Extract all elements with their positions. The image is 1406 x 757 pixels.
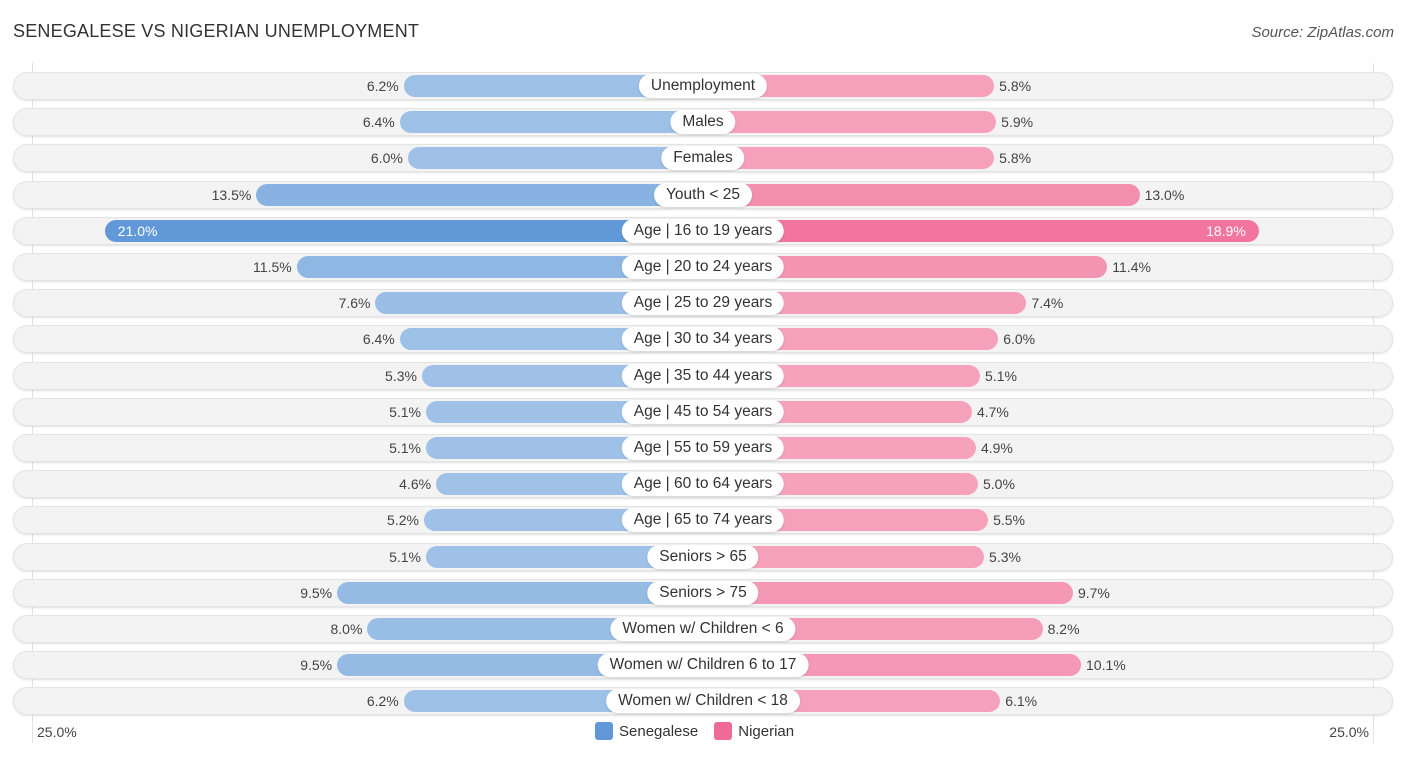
chart-row: 6.0% 5.8% Females	[13, 144, 1393, 173]
bar-nigerian	[703, 183, 1140, 206]
value-label-nigerian: 5.0%	[983, 476, 1015, 493]
value-label-senegalese: 11.5%	[253, 259, 292, 275]
legend-swatch-nigerian	[714, 722, 733, 740]
value-label-nigerian: 6.1%	[1005, 693, 1038, 710]
value-label-nigerian: 5.3%	[989, 548, 1021, 565]
value-label-senegalese: 9.5%	[300, 657, 333, 674]
value-label-senegalese: 6.4%	[362, 114, 395, 131]
legend-item-nigerian: Nigerian	[714, 722, 794, 740]
value-label-nigerian: 5.9%	[1001, 114, 1034, 131]
value-label-senegalese: 5.2%	[387, 512, 419, 529]
value-label-nigerian: 10.1%	[1086, 657, 1126, 674]
chart-title: SENEGALESE VS NIGERIAN UNEMPLOYMENT	[13, 21, 420, 41]
value-label-senegalese: 5.1%	[389, 440, 421, 456]
chart-row: 21.0% 18.9% Age | 16 to 19 years	[13, 216, 1393, 245]
category-label: Age | 16 to 19 years	[621, 218, 785, 243]
value-label-senegalese: 6.4%	[362, 331, 395, 348]
chart-row: 5.3% 5.1% Age | 35 to 44 years	[13, 361, 1393, 390]
bar-nigerian	[703, 147, 995, 170]
category-label: Males	[670, 110, 736, 135]
chart-row: 5.1% 5.3% Seniors > 65	[13, 542, 1393, 571]
axis-tick-left: 25.0%	[37, 724, 77, 740]
category-label: Age | 35 to 44 years	[621, 363, 785, 388]
value-label-senegalese: 9.5%	[300, 584, 333, 601]
legend-swatch-senegalese	[595, 722, 613, 740]
chart-row: 9.5% 10.1% Women w/ Children 6 to 17	[13, 651, 1393, 680]
chart-row: 7.6% 7.4% Age | 25 to 29 years	[13, 289, 1393, 318]
value-label-senegalese: 8.0%	[330, 621, 363, 637]
legend-label-nigerian: Nigerian	[738, 722, 795, 740]
value-label-nigerian: 7.4%	[1031, 295, 1064, 312]
value-label-nigerian: 4.7%	[976, 403, 1009, 420]
value-label-senegalese: 13.5%	[211, 186, 252, 203]
value-label-senegalese: 7.6%	[338, 295, 371, 312]
value-label-senegalese: 6.2%	[366, 78, 399, 94]
legend-item-senegalese: Senegalese	[595, 722, 698, 740]
chart-row: 8.0% 8.2% Women w/ Children < 6	[13, 615, 1393, 643]
bar-senegalese	[407, 147, 703, 170]
category-label: Females	[661, 146, 745, 171]
value-label-nigerian: 13.0%	[1144, 186, 1185, 203]
value-label-nigerian: 8.2%	[1047, 621, 1080, 637]
category-label: Women w/ Children < 6	[610, 617, 796, 641]
chart-row: 6.4% 5.9% Males	[13, 108, 1393, 137]
category-label: Seniors > 75	[647, 580, 759, 605]
value-label-senegalese: 5.3%	[385, 367, 417, 384]
value-label-senegalese: 4.6%	[399, 476, 432, 493]
value-label-nigerian: 4.9%	[980, 440, 1013, 456]
bar-senegalese	[104, 219, 703, 242]
bar-nigerian	[703, 581, 1073, 604]
bar-nigerian	[703, 111, 997, 134]
chart-row: 6.4% 6.0% Age | 30 to 34 years	[13, 325, 1393, 354]
category-label: Seniors > 65	[647, 544, 759, 569]
value-label-nigerian: 11.4%	[1112, 259, 1151, 275]
category-label: Age | 60 to 64 years	[621, 472, 785, 497]
category-label: Age | 65 to 74 years	[621, 508, 785, 533]
value-label-senegalese: 5.1%	[389, 548, 421, 565]
category-label: Women w/ Children < 18	[606, 689, 800, 714]
value-label-nigerian: 5.1%	[985, 367, 1017, 384]
chart-row: 6.2% 5.8% Unemployment	[13, 72, 1393, 100]
value-label-nigerian: 5.8%	[999, 150, 1032, 167]
value-label-nigerian: 9.7%	[1077, 584, 1110, 601]
category-label: Age | 20 to 24 years	[621, 255, 785, 279]
value-label-nigerian: 6.0%	[1003, 331, 1036, 348]
category-label: Age | 55 to 59 years	[621, 436, 785, 460]
category-label: Age | 30 to 34 years	[621, 327, 785, 352]
category-label: Unemployment	[638, 74, 768, 98]
chart-row: 11.5% 11.4% Age | 20 to 24 years	[13, 253, 1393, 281]
chart-row: 5.1% 4.9% Age | 55 to 59 years	[13, 434, 1393, 462]
value-label-senegalese: 21.0%	[117, 222, 158, 239]
chart-row: 9.5% 9.7% Seniors > 75	[13, 578, 1393, 607]
category-label: Youth < 25	[654, 182, 752, 207]
value-label-senegalese: 5.1%	[389, 403, 421, 420]
legend: Senegalese Nigerian	[595, 722, 804, 740]
chart-row: 5.1% 4.7% Age | 45 to 54 years	[13, 397, 1393, 426]
chart-row: 13.5% 13.0% Youth < 25	[13, 180, 1393, 209]
bar-senegalese	[399, 111, 703, 134]
chart-row: 4.6% 5.0% Age | 60 to 64 years	[13, 470, 1393, 499]
source-label: Source: ZipAtlas.com	[1251, 24, 1394, 41]
value-label-senegalese: 6.0%	[370, 150, 403, 167]
value-label-senegalese: 6.2%	[366, 693, 399, 710]
category-label: Age | 25 to 29 years	[621, 291, 785, 316]
axis-tick-right: 25.0%	[1329, 724, 1369, 740]
bar-nigerian	[703, 219, 1259, 242]
bar-senegalese	[256, 183, 703, 206]
legend-label-senegalese: Senegalese	[619, 722, 699, 740]
category-label: Women w/ Children 6 to 17	[597, 653, 809, 678]
value-label-nigerian: 18.9%	[1206, 222, 1246, 239]
chart-row: 6.2% 6.1% Women w/ Children < 18	[13, 687, 1393, 716]
value-label-nigerian: 5.8%	[999, 78, 1032, 94]
category-label: Age | 45 to 54 years	[621, 399, 785, 424]
value-label-nigerian: 5.5%	[993, 512, 1026, 529]
chart-row: 5.2% 5.5% Age | 65 to 74 years	[13, 506, 1393, 535]
